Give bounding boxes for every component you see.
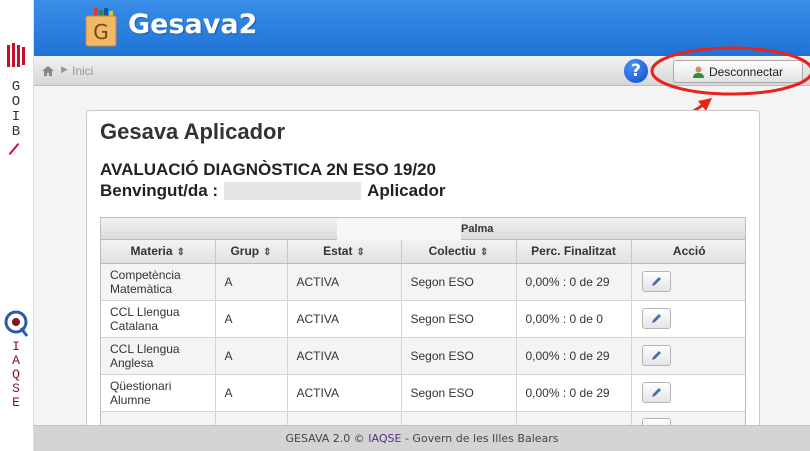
logo-letter: G (93, 20, 109, 44)
cell-materia: CCL Llengua Catalana (101, 300, 216, 338)
breadcrumb: ▶ Inici ? Desconnectar (34, 56, 810, 86)
cell-materia: Qüestionari Alumne (101, 374, 216, 412)
sort-icon: ⇕ (356, 247, 365, 259)
cell-estat: ACTIVA (287, 300, 402, 338)
cell-materia: CCL Llengua Anglesa (101, 337, 216, 375)
cell-grup: A (215, 300, 288, 338)
pencil-icon (651, 277, 661, 286)
cell-accio (631, 300, 745, 338)
app-title: Gesava2 (128, 9, 258, 40)
cell-colectiu: Segon ESO (401, 337, 517, 375)
redacted-school-name (337, 218, 461, 240)
vertical-letter: O (11, 94, 21, 110)
cell-estat: ACTIVA (287, 263, 402, 301)
cell-perc: 0,00% : 0 de 29 (516, 263, 632, 301)
welcome-role: Aplicador (367, 181, 446, 200)
main-card: Gesava Aplicador AVALUACIÓ DIAGNÒSTICA 2… (86, 110, 760, 447)
pencil-icon (651, 388, 661, 397)
column-label: Acció (672, 244, 706, 259)
column-label: Grup (230, 244, 260, 259)
iaqse-logo-icon (4, 310, 29, 337)
home-icon[interactable] (42, 66, 54, 76)
column-label: Estat (323, 244, 353, 259)
column-header-grup[interactable]: Grup ⇕ (215, 240, 288, 264)
column-header-accio: Acció (631, 240, 745, 264)
cell-perc: 0,00% : 0 de 29 (516, 374, 632, 412)
user-icon (692, 66, 704, 78)
cell-accio (631, 263, 745, 301)
redacted-username (224, 182, 362, 200)
chevron-right-icon: ▶ (61, 64, 68, 74)
cell-accio (631, 374, 745, 412)
page-title: Gesava Aplicador (100, 119, 286, 144)
logout-label: Desconnectar (708, 64, 784, 79)
pencil-icon (651, 351, 661, 360)
cell-grup: A (215, 337, 288, 375)
evaluations-table: Palma Materia ⇕ Grup ⇕ Estat ⇕ Colectiu ⇕ Pe… (100, 217, 746, 447)
column-header-colectiu[interactable]: Colectiu ⇕ (401, 240, 517, 264)
edit-button[interactable] (641, 271, 671, 292)
edit-button[interactable] (641, 345, 671, 366)
vertical-letter: I (12, 339, 20, 354)
column-header-perc: Perc. Finalitzat (516, 240, 632, 264)
column-label: Perc. Finalitzat (531, 244, 616, 259)
edit-button[interactable] (641, 382, 671, 403)
goib-logo-icon (5, 43, 27, 68)
sort-icon: ⇕ (176, 247, 185, 259)
cell-perc: 0,00% : 0 de 29 (516, 337, 632, 375)
pencil-icon (651, 314, 661, 323)
cell-grup: A (215, 263, 288, 301)
cell-perc: 0,00% : 0 de 0 (516, 300, 632, 338)
column-label: Materia (130, 244, 173, 259)
table-row: Competència Matemàtica A ACTIVA Segon ES… (101, 263, 745, 301)
iaqse-vertical-text: IAQSE (0, 340, 32, 410)
cell-materia: Competència Matemàtica (101, 263, 216, 301)
table-row: Qüestionari Alumne A ACTIVA Segon ESO 0,… (101, 374, 745, 412)
cell-grup: A (215, 374, 288, 412)
cell-colectiu: Segon ESO (401, 374, 517, 412)
goib-vertical-text: GOIB (0, 80, 32, 140)
column-label: Colectiu (428, 244, 476, 259)
sort-icon: ⇕ (479, 247, 489, 259)
footer: GESAVA 2.0 © IAQSE - Govern de les Illes… (34, 425, 810, 451)
footer-iaqse-link[interactable]: IAQSE (368, 432, 401, 445)
gesava-logo-icon: G (85, 8, 117, 47)
cell-colectiu: Segon ESO (401, 263, 517, 301)
table-group-header: Palma (101, 218, 745, 240)
vertical-letter: E (12, 395, 20, 410)
goib-slash-mark (8, 142, 20, 156)
footer-prefix: GESAVA 2.0 © (285, 432, 365, 445)
column-header-materia[interactable]: Materia ⇕ (101, 240, 216, 264)
app-header: G Gesava2 (34, 0, 810, 56)
cell-colectiu: Segon ESO (401, 300, 517, 338)
evaluation-title: AVALUACIÓ DIAGNÒSTICA 2N ESO 19/20 (100, 160, 436, 179)
breadcrumb-item-inici[interactable]: Inici (72, 64, 93, 78)
welcome-line: Benvingut/da : Aplicador (100, 181, 445, 201)
vertical-letter: G (11, 79, 21, 95)
vertical-letter: I (11, 109, 21, 125)
left-brand-bar: GOIB IAQSE (0, 0, 34, 451)
edit-button[interactable] (641, 308, 671, 329)
vertical-letter: B (11, 124, 21, 140)
help-icon[interactable]: ? (624, 59, 648, 83)
cell-estat: ACTIVA (287, 337, 402, 375)
vertical-letter: Q (12, 367, 20, 382)
logout-button[interactable]: Desconnectar (673, 60, 803, 83)
cell-estat: ACTIVA (287, 374, 402, 412)
welcome-prefix: Benvingut/da : (100, 181, 219, 200)
footer-suffix: - Govern de les Illes Balears (404, 432, 559, 445)
cell-accio (631, 337, 745, 375)
group-label: Palma (461, 223, 494, 235)
sort-icon: ⇕ (263, 247, 272, 259)
column-header-estat[interactable]: Estat ⇕ (287, 240, 402, 264)
table-row: CCL Llengua Catalana A ACTIVA Segon ESO … (101, 300, 745, 338)
table-row: CCL Llengua Anglesa A ACTIVA Segon ESO 0… (101, 337, 745, 375)
vertical-letter: A (12, 353, 20, 368)
vertical-letter: S (12, 381, 20, 396)
